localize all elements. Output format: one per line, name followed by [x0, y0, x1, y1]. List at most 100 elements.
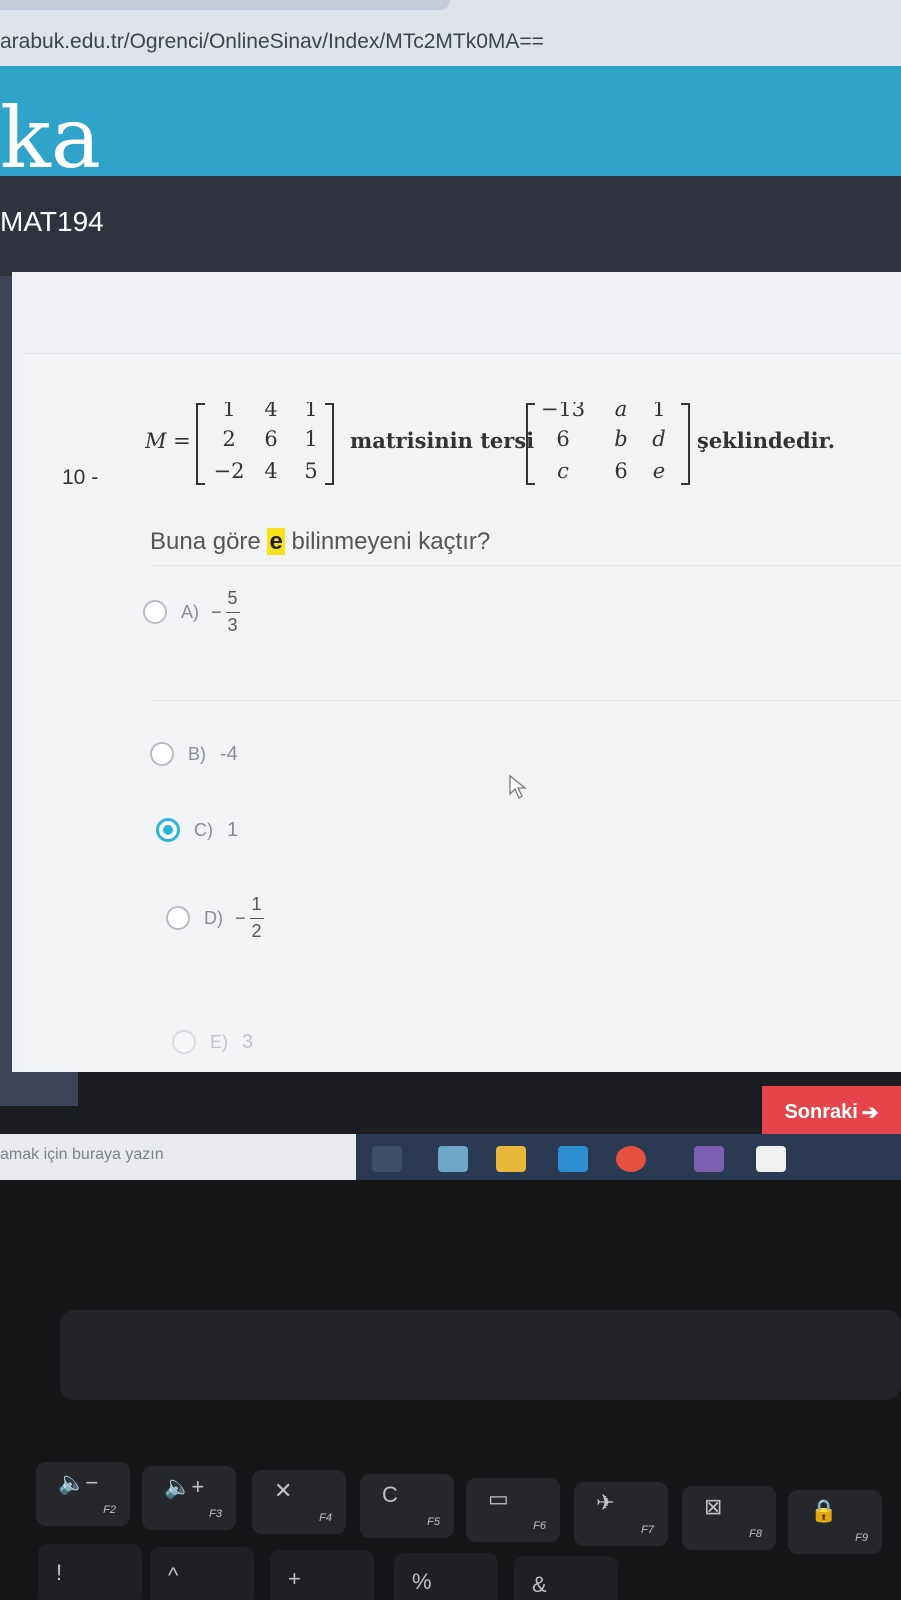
mouse-cursor-icon — [509, 774, 527, 799]
matrix-inverse: −13 a 1 6 b d c 6 e — [541, 402, 666, 483]
prompt-before: Buna göre — [150, 528, 261, 555]
fraction: − 1 2 — [235, 894, 264, 942]
function-key[interactable]: 🔈− F2 — [36, 1462, 130, 1526]
fraction-sign: − — [211, 601, 222, 622]
key-label: F7 — [641, 1524, 654, 1536]
fraction: − 5 3 — [211, 588, 240, 636]
matrix-cell: 1 — [304, 402, 317, 421]
key-glyph: ! — [56, 1560, 63, 1585]
matrix-cell: b — [614, 427, 627, 451]
key-label: F9 — [855, 1532, 868, 1544]
option-e[interactable]: E) 3 — [172, 1030, 253, 1054]
option-letter: E) — [210, 1031, 228, 1052]
matrix-label: M = — [145, 429, 191, 453]
fraction-numerator: 1 — [251, 894, 262, 914]
option-value: 3 — [242, 1030, 254, 1053]
key-glyph: ▭ — [488, 1486, 509, 1511]
matrix-cell: −2 — [214, 459, 245, 483]
key-glyph: 🔈− — [58, 1470, 99, 1495]
fraction-bar — [249, 917, 264, 919]
radio-a[interactable] — [143, 600, 167, 625]
number-key[interactable]: ! — [38, 1544, 142, 1600]
matrix-cell: 1 — [304, 427, 317, 451]
question-card-header — [24, 292, 901, 354]
radio-d[interactable] — [166, 906, 190, 931]
laptop-hinge — [60, 1310, 901, 1400]
number-key[interactable]: ^ — [150, 1547, 254, 1600]
key-glyph: 🔒 — [810, 1498, 838, 1523]
function-key[interactable]: 🔒 F9 — [788, 1490, 882, 1554]
task-view-icon[interactable] — [372, 1146, 402, 1172]
fraction-denominator: 3 — [227, 614, 238, 635]
function-key[interactable]: ✕ F4 — [252, 1470, 346, 1534]
course-code: MAT194 — [0, 206, 104, 237]
option-c[interactable]: C) 1 — [156, 818, 238, 842]
radio-c[interactable] — [156, 818, 180, 842]
function-key[interactable]: C F5 — [360, 1474, 454, 1538]
matrix-cell: 4 — [264, 459, 277, 483]
matrix-cell: 6 — [264, 427, 277, 451]
next-button-label: Sonraki — [784, 1100, 858, 1123]
matrix-cell: 1 — [222, 402, 235, 421]
question-text-middle: matrisinin tersi — [350, 428, 534, 453]
key-glyph: ✕ — [274, 1478, 293, 1503]
option-value: -4 — [220, 742, 238, 765]
function-key[interactable]: ✈ F7 — [574, 1482, 668, 1546]
address-url[interactable]: arabuk.edu.tr/Ogrenci/OnlineSinav/Index/… — [0, 30, 544, 54]
key-glyph: + — [288, 1566, 301, 1591]
number-key[interactable]: + — [270, 1550, 374, 1600]
option-a[interactable]: A) − 5 3 — [143, 588, 240, 636]
browser-icon[interactable] — [438, 1146, 468, 1172]
fraction-sign: − — [235, 907, 246, 928]
matrix-cell: 4 — [264, 402, 277, 421]
key-label: F6 — [533, 1520, 546, 1532]
matrix-bracket — [196, 403, 205, 485]
number-key[interactable]: & — [514, 1556, 618, 1600]
key-glyph: & — [532, 1572, 547, 1597]
question-text-end: şeklindedir. — [697, 428, 835, 453]
key-glyph: % — [412, 1569, 432, 1594]
function-key[interactable]: ⊠ F8 — [682, 1486, 776, 1550]
matrix-cell: 5 — [304, 459, 317, 483]
course-bar — [0, 176, 901, 276]
divider — [150, 700, 901, 701]
visual-studio-icon[interactable] — [694, 1146, 724, 1172]
option-letter: A) — [181, 601, 199, 622]
question-number: 10 - — [62, 466, 99, 489]
chrome-icon[interactable] — [616, 1146, 646, 1172]
matrix-m: 1 4 1 2 6 1 −2 4 5 — [214, 402, 318, 483]
option-b[interactable]: B) -4 — [150, 742, 238, 766]
fraction-bar — [225, 611, 240, 613]
radio-e[interactable] — [172, 1030, 196, 1054]
matrix-cell: a — [615, 402, 628, 421]
option-value: 1 — [227, 818, 239, 841]
key-label: F3 — [209, 1508, 222, 1520]
browser-tab[interactable] — [0, 0, 450, 10]
store-icon[interactable] — [756, 1146, 786, 1172]
key-glyph: ^ — [168, 1563, 179, 1588]
divider — [150, 565, 901, 566]
prompt-after: bilinmeyeni kaçtır? — [291, 528, 491, 555]
next-button[interactable]: Sonraki ➔ — [762, 1086, 901, 1138]
key-glyph: C — [382, 1482, 398, 1507]
matrix-cell: 6 — [556, 427, 569, 451]
number-key[interactable]: % — [394, 1553, 498, 1600]
option-d[interactable]: D) − 1 2 — [166, 894, 264, 942]
matrix-bracket — [681, 403, 690, 485]
question-math: M = 1 4 1 2 6 1 −2 4 5 matrisinin tersi −13 a 1 6 b d… — [145, 402, 835, 485]
function-key[interactable]: 🔈+ F3 — [142, 1466, 236, 1530]
site-header — [0, 66, 901, 176]
highlighted-variable: e — [267, 528, 285, 555]
key-glyph: ✈ — [596, 1490, 615, 1515]
matrix-cell: 6 — [614, 459, 627, 483]
mail-icon[interactable] — [558, 1146, 588, 1172]
matrix-cell: 2 — [222, 427, 235, 451]
file-explorer-icon[interactable] — [496, 1146, 526, 1172]
fraction-denominator: 2 — [251, 920, 262, 941]
taskbar-search-placeholder: amak için buraya yazın — [0, 1146, 164, 1163]
matrix-cell: e — [653, 459, 665, 483]
radio-b[interactable] — [150, 742, 174, 766]
option-letter: B) — [188, 743, 206, 764]
matrix-cell: c — [557, 459, 569, 483]
function-key[interactable]: ▭ F6 — [466, 1478, 560, 1542]
